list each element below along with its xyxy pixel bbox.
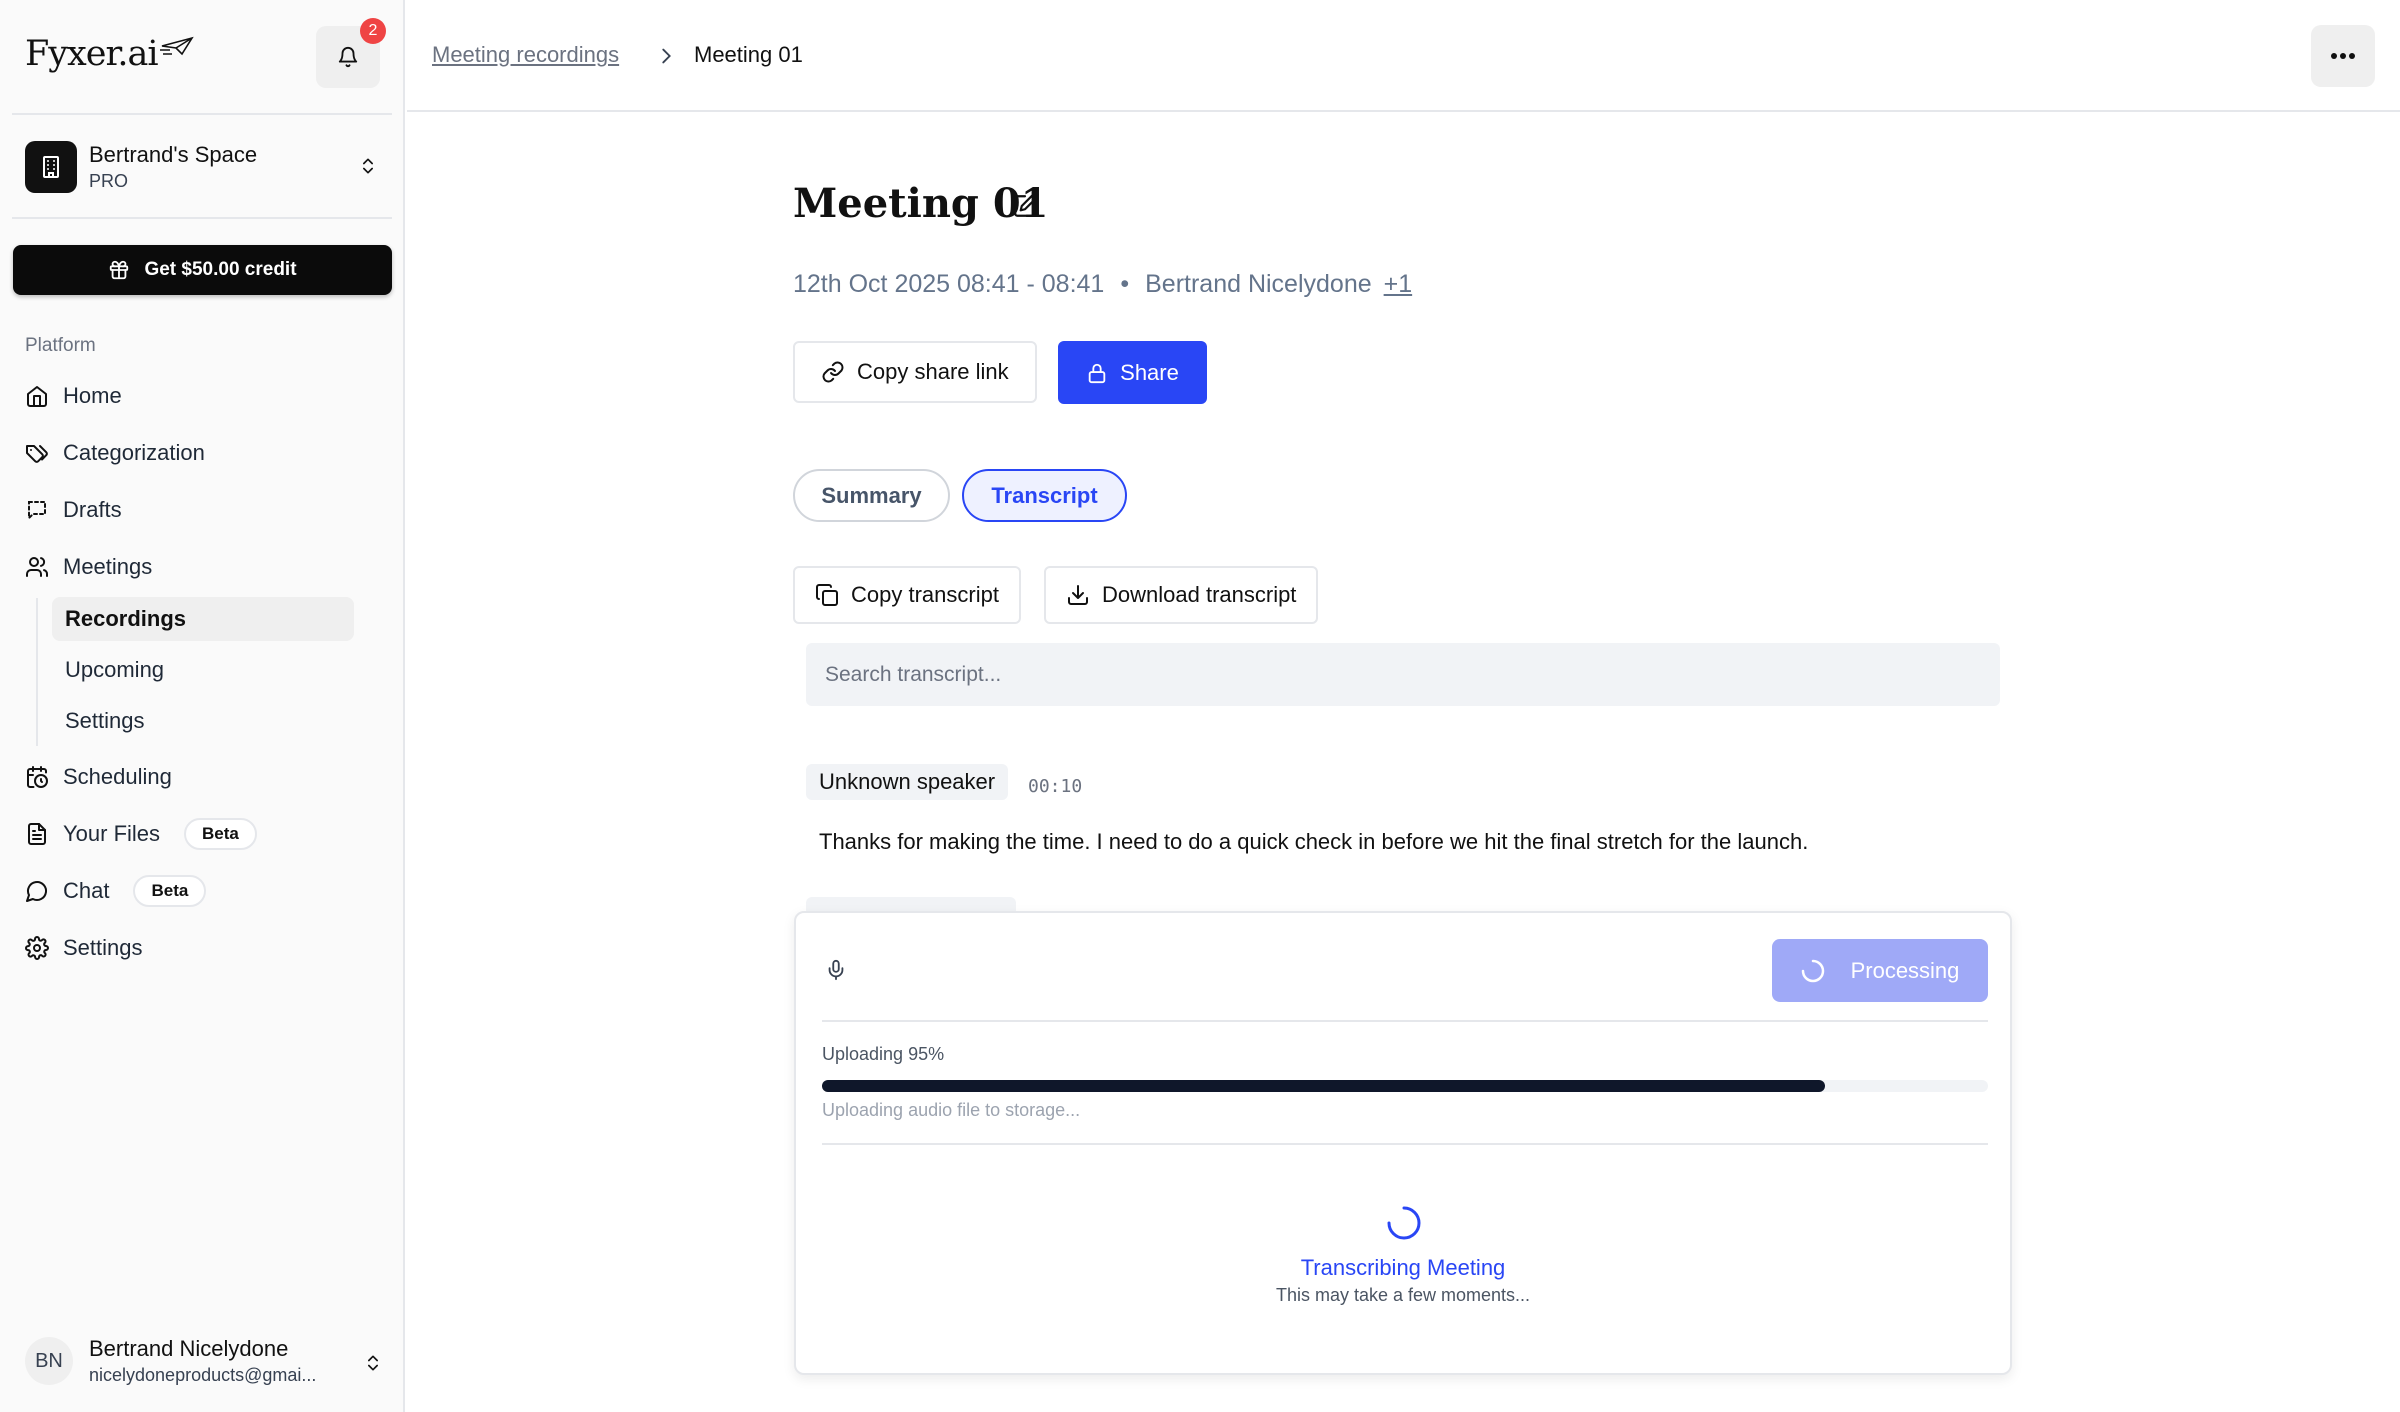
edit-icon[interactable] <box>1012 193 1038 219</box>
more-options-button[interactable] <box>2311 25 2375 87</box>
platform-section-label: Platform <box>25 335 96 356</box>
transcript-line: Thanks for making the time. I need to do… <box>819 829 1809 854</box>
sidebar-item-label: Scheduling <box>63 764 172 789</box>
home-icon <box>27 386 47 407</box>
sidebar-item-drafts[interactable]: Drafts <box>25 490 122 530</box>
avatar: BN <box>25 1337 73 1385</box>
gear-icon <box>25 936 49 960</box>
upload-progress-fill <box>822 1080 1825 1092</box>
drafts-icon <box>28 501 46 521</box>
beta-badge: Beta <box>184 818 257 850</box>
processing-label: Processing <box>1850 957 1960 983</box>
panel-divider <box>822 1143 1988 1145</box>
lock-icon <box>1088 363 1106 383</box>
copy-icon <box>816 584 838 606</box>
sidebar-item-label: Your Files <box>63 821 161 846</box>
building-icon <box>25 141 77 193</box>
extra-participants-link[interactable]: +1 <box>1384 270 1413 299</box>
transcribing-subtitle: This may take a few moments... <box>1275 1285 1531 1305</box>
meeting-owner: Bertrand Nicelydone <box>1145 270 1372 298</box>
download-transcript-label: Download transcript <box>1102 582 1297 607</box>
notification-count-badge: 2 <box>360 18 386 44</box>
upload-status-text: Uploading audio file to storage... <box>822 1100 1081 1120</box>
workspace-name: Bertrand's Space <box>89 142 258 167</box>
sidebar-item-label: Drafts <box>63 497 122 522</box>
upload-progress-bar <box>822 1080 1988 1092</box>
meeting-datetime: 12th Oct 2025 08:41 - 08:41 <box>793 270 1105 298</box>
link-icon <box>822 361 844 383</box>
share-label: Share <box>1120 359 1179 385</box>
tab-summary[interactable]: Summary <box>793 469 950 522</box>
meeting-meta: 12th Oct 2025 08:41 - 08:41 • Bertrand N… <box>793 270 1412 299</box>
sidebar-item-label: Settings <box>63 935 143 960</box>
tag-icon <box>26 445 48 463</box>
fyxer-logo[interactable]: Fyxer.ai <box>25 34 194 74</box>
meta-separator: • <box>1120 270 1130 298</box>
sidebar-subitem-upcoming[interactable]: Upcoming <box>52 648 354 692</box>
breadcrumb-parent-link[interactable]: Meeting recordings <box>432 42 619 68</box>
speaker-label: Unknown speaker <box>806 764 1009 800</box>
tab-transcript[interactable]: Transcript <box>962 469 1127 522</box>
sidebar-item-meetings[interactable]: Meetings <box>25 547 152 587</box>
top-bar: Meeting recordings Meeting 01 <box>407 0 2400 112</box>
copy-share-link-button[interactable]: Copy share link <box>793 341 1037 403</box>
paper-plane-icon <box>159 36 194 56</box>
next-speaker-label-peek <box>806 897 1016 911</box>
page-title: Meeting 01 <box>793 180 1049 227</box>
sidebar-item-label: Chat <box>63 878 110 903</box>
recording-status-panel: Processing Uploading 95% Uploading audio… <box>794 911 2012 1375</box>
chevron-right-icon <box>662 48 671 64</box>
sidebar-divider <box>12 217 392 219</box>
loading-spinner-icon <box>1801 959 1824 982</box>
download-transcript-button[interactable]: Download transcript <box>1044 566 1319 624</box>
transcript-search-input[interactable]: Search transcript... <box>806 643 2000 706</box>
users-icon <box>26 557 49 577</box>
transcribing-title: Transcribing Meeting <box>1300 1255 1506 1280</box>
workspace-plan: PRO <box>89 171 129 191</box>
sidebar-item-label: Categorization <box>63 440 205 465</box>
sidebar-item-scheduling[interactable]: Scheduling <box>25 757 172 797</box>
copy-transcript-button[interactable]: Copy transcript <box>793 566 1021 624</box>
copy-share-link-label: Copy share link <box>857 359 1009 384</box>
panel-divider <box>822 1020 1988 1022</box>
sidebar-divider <box>12 113 392 115</box>
sidebar: Fyxer.ai 2 Bertrand's Space PRO Get $50.… <box>0 0 405 1412</box>
subnav-line <box>36 598 38 746</box>
sidebar-item-label: Home <box>63 383 122 408</box>
workspace-switcher[interactable]: Bertrand's Space PRO <box>12 128 392 206</box>
chevrons-up-down-icon <box>363 158 373 174</box>
user-email: nicelydoneproducts@gmai... <box>89 1365 317 1385</box>
share-button[interactable]: Share <box>1058 341 1207 404</box>
logo-text: Fyxer.ai <box>25 34 159 74</box>
download-icon <box>1068 585 1088 605</box>
calendar-clock-icon <box>27 766 48 788</box>
file-icon <box>28 823 46 845</box>
microphone-icon[interactable] <box>825 957 847 983</box>
get-credit-button[interactable]: Get $50.00 credit <box>13 245 392 295</box>
get-credit-label: Get $50.00 credit <box>144 259 297 280</box>
bell-icon <box>338 47 358 68</box>
gift-icon <box>110 260 129 280</box>
search-placeholder: Search transcript... <box>825 662 1002 686</box>
sidebar-item-categorization[interactable]: Categorization <box>25 433 205 473</box>
copy-transcript-label: Copy transcript <box>851 582 999 607</box>
user-name: Bertrand Nicelydone <box>89 1336 289 1361</box>
sidebar-item-label: Meetings <box>63 554 153 579</box>
sidebar-item-chat[interactable]: Chat Beta <box>25 871 207 911</box>
ellipsis-icon <box>2331 53 2355 59</box>
transcript-timestamp[interactable]: 00:10 <box>1028 776 1082 797</box>
user-menu[interactable]: BN Bertrand Nicelydone nicelydoneproduct… <box>25 1335 395 1387</box>
chevrons-up-down-icon <box>368 1355 378 1371</box>
chat-icon <box>26 881 47 902</box>
upload-progress-label: Uploading 95% <box>822 1044 945 1064</box>
sidebar-item-your-files[interactable]: Your Files Beta <box>25 814 257 854</box>
loading-spinner-icon <box>1387 1206 1421 1240</box>
processing-button[interactable]: Processing <box>1772 939 1988 1002</box>
sidebar-subitem-recordings[interactable]: Recordings <box>52 597 354 641</box>
sidebar-subitem-meeting-settings[interactable]: Settings <box>52 699 354 743</box>
sidebar-item-home[interactable]: Home <box>25 376 122 416</box>
sidebar-item-settings[interactable]: Settings <box>25 928 143 968</box>
breadcrumb-current: Meeting 01 <box>694 42 803 67</box>
beta-badge: Beta <box>133 875 207 907</box>
